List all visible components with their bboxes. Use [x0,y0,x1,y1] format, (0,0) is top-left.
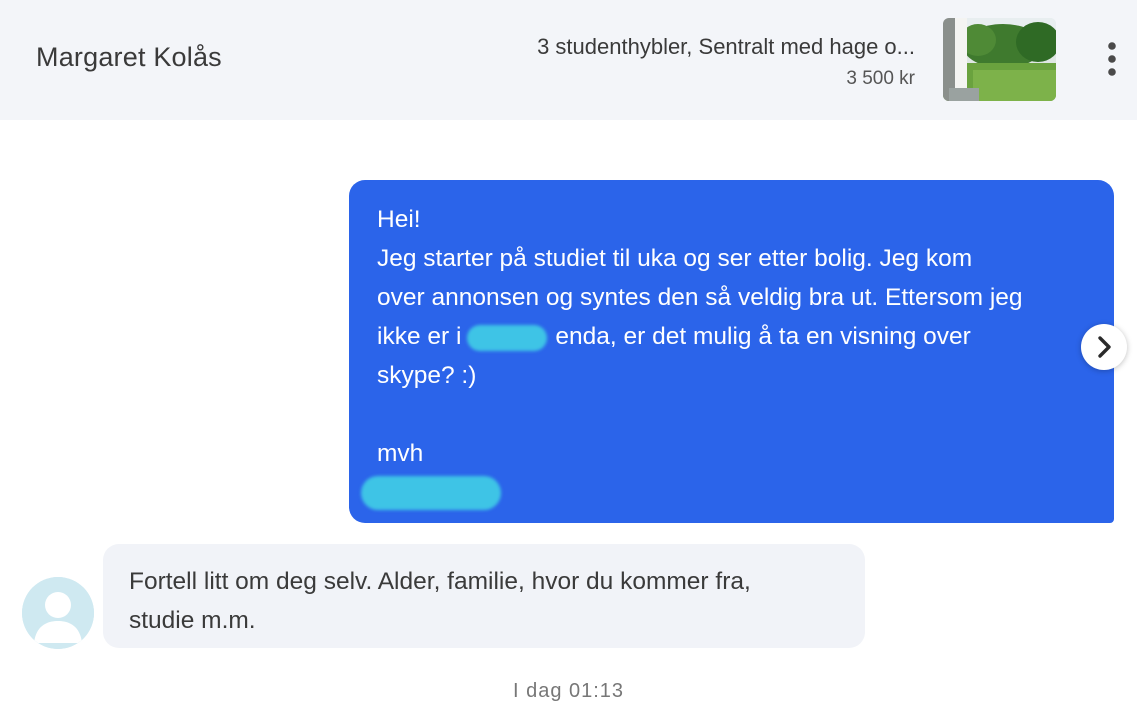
listing-thumbnail[interactable] [943,18,1056,101]
more-options-button[interactable] [1098,40,1126,80]
message-text: ikke er i [377,323,462,350]
message-line: Jeg starter på studiet til uka og ser et… [377,245,973,272]
next-button[interactable] [1081,324,1127,370]
listing-price: 3 500 kr [846,68,915,89]
chat-page: Margaret Kolås 3 studenthybler, Sentralt… [0,0,1137,720]
message-line: skype? :) [377,362,477,389]
incoming-message-bubble[interactable]: Fortell litt om deg selv. Alder, familie… [103,544,865,648]
message-line: Hei! [377,206,421,233]
sender-avatar[interactable] [22,577,94,649]
message-line: ikke er i enda, er det mulig å ta en visn… [377,317,1090,356]
listing-photo-icon [943,18,1056,101]
redacted-location [467,324,548,351]
outgoing-message-bubble[interactable]: Hei! Jeg starter på studiet til uka og s… [349,180,1114,523]
message-text: enda, er det mulig å ta en visning over [555,323,971,350]
message-line: Fortell litt om deg selv. Alder, familie… [129,568,751,595]
user-avatar-icon [22,577,94,649]
message-timestamp: I dag 01:13 [512,680,625,702]
listing-title[interactable]: 3 studenthybler, Sentralt med hage o... [537,34,915,60]
contact-name[interactable]: Margaret Kolås [36,42,222,73]
message-line: over annonsen og syntes den så veldig br… [377,284,1023,311]
more-vertical-icon [1108,42,1116,76]
message-line: studie m.m. [129,607,256,634]
chevron-right-icon [1098,336,1111,358]
message-line: mvh [377,440,424,467]
conversation-header: Margaret Kolås 3 studenthybler, Sentralt… [0,0,1137,120]
redacted-signature [361,476,501,510]
